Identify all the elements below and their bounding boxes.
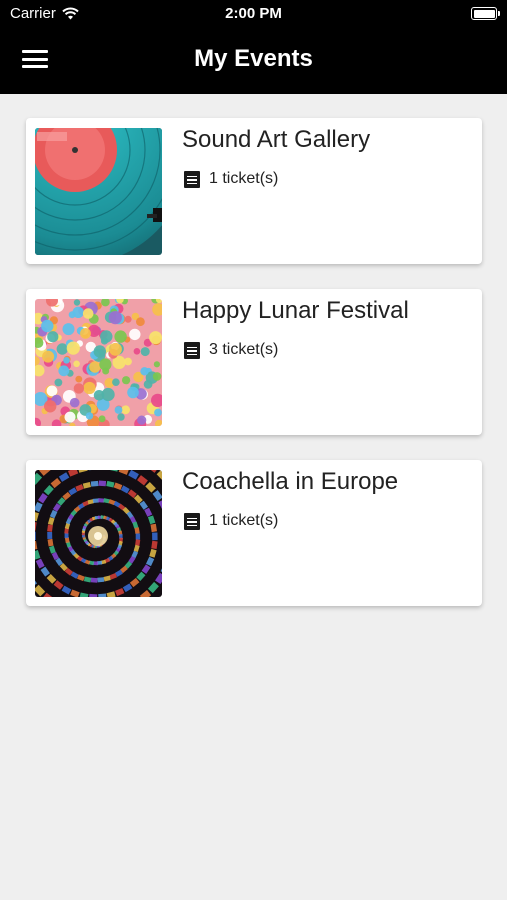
event-thumbnail — [35, 128, 162, 255]
event-thumbnail — [35, 470, 162, 597]
event-title: Happy Lunar Festival — [182, 297, 409, 324]
ticket-list-icon — [184, 341, 200, 359]
event-list: Sound Art Gallery 1 ticket(s) Happy Luna… — [26, 118, 482, 631]
status-bar: Carrier 2:00 PM — [0, 0, 507, 28]
ticket-count-label: 3 ticket(s) — [209, 341, 279, 358]
ticket-count: 3 ticket(s) — [184, 341, 278, 359]
vinyl-record-image — [35, 128, 162, 255]
event-title: Coachella in Europe — [182, 468, 399, 495]
ticket-count-label: 1 ticket(s) — [209, 512, 279, 529]
event-card-sound-art-gallery[interactable]: Sound Art Gallery 1 ticket(s) — [26, 118, 482, 264]
event-card-happy-lunar-festival[interactable]: Happy Lunar Festival 3 ticket(s) — [26, 289, 482, 435]
ticket-list-icon — [184, 170, 200, 188]
battery-icon — [471, 7, 500, 20]
ticket-count: 1 ticket(s) — [184, 512, 278, 530]
confetti-image — [35, 299, 162, 426]
event-card-coachella-in-europe[interactable]: Coachella in Europe 1 ticket(s) — [26, 460, 482, 606]
ticket-count-label: 1 ticket(s) — [209, 170, 279, 187]
event-thumbnail — [35, 299, 162, 426]
ticket-count: 1 ticket(s) — [184, 170, 278, 188]
page-title: My Events — [194, 45, 313, 72]
stained-glass-spiral-image — [35, 470, 162, 597]
event-title: Sound Art Gallery — [182, 126, 371, 153]
app-header: Carrier 2:00 PM My Events — [0, 0, 507, 94]
status-time: 2:00 PM — [225, 5, 282, 22]
ticket-list-icon — [184, 512, 200, 530]
